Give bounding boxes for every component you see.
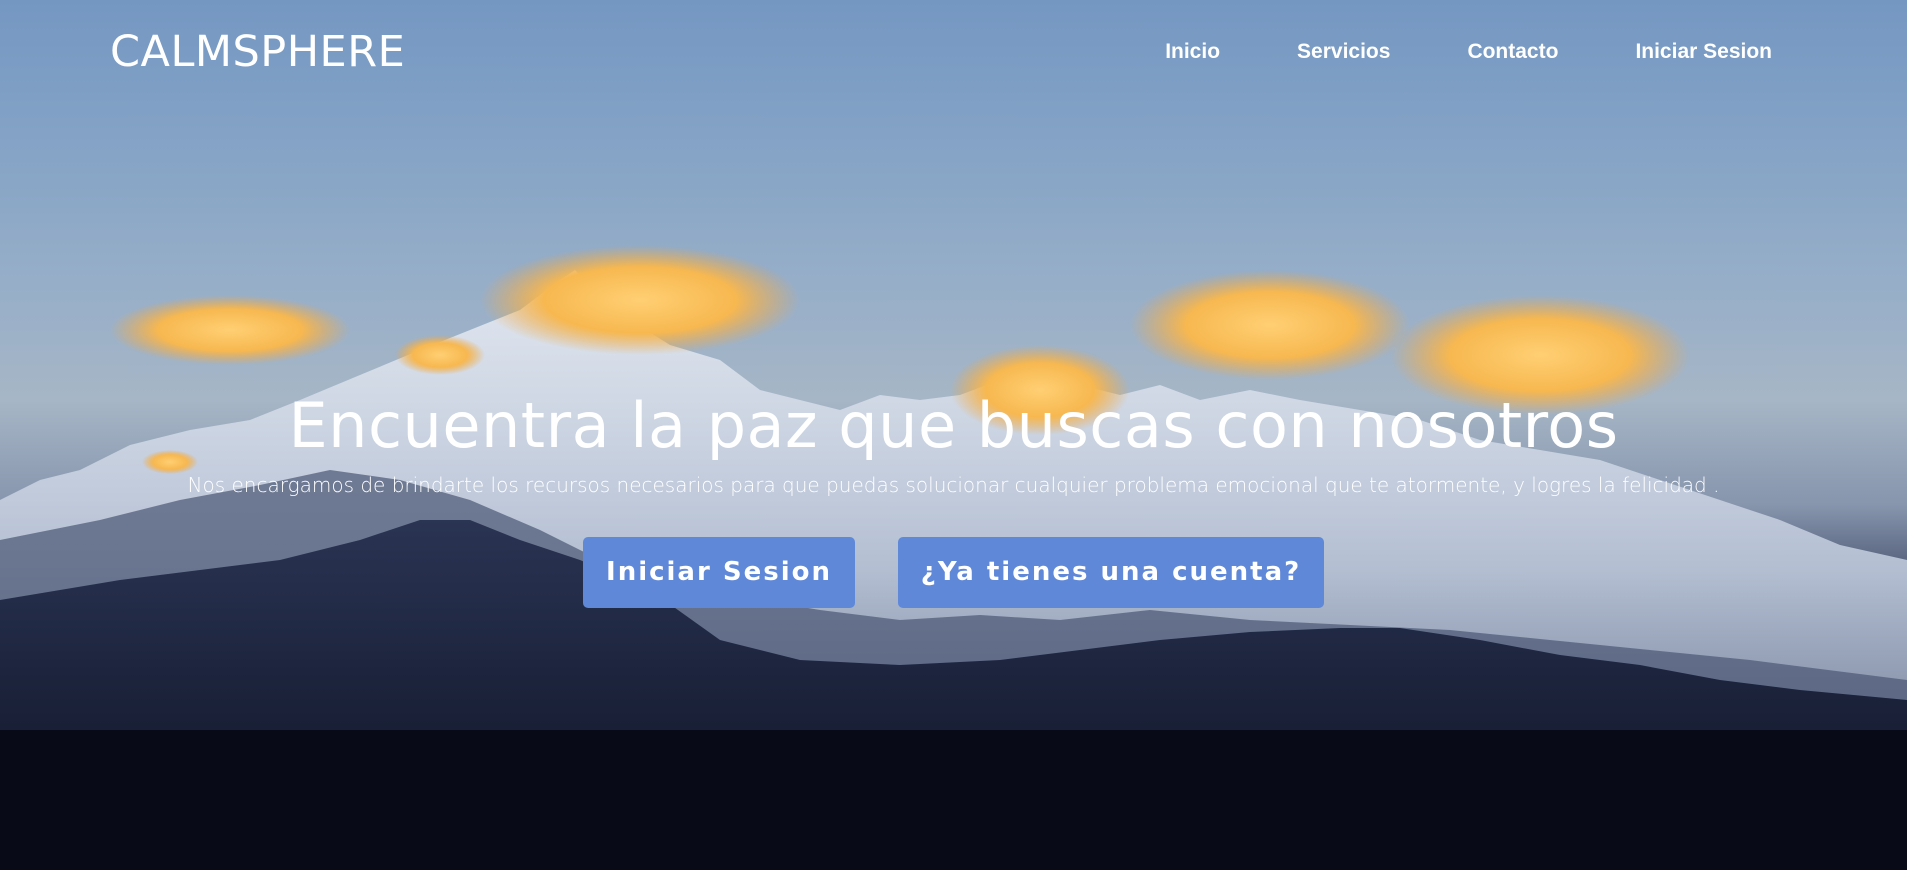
hero-content: Encuentra la paz que buscas con nosotros…	[0, 380, 1907, 498]
hero-section: CALMSPHERE Inicio Servicios Contacto Ini…	[0, 0, 1907, 870]
hero-buttons: Iniciar Sesion ¿Ya tienes una cuenta?	[0, 537, 1907, 608]
nav-link-iniciar-sesion[interactable]: Iniciar Sesion	[1635, 38, 1772, 66]
navbar: CALMSPHERE Inicio Servicios Contacto Ini…	[0, 0, 1907, 100]
hero-subtitle: Nos encargamos de brindarte los recursos…	[187, 473, 1720, 497]
cloud-left	[110, 295, 350, 365]
have-account-button[interactable]: ¿Ya tienes una cuenta?	[898, 537, 1324, 608]
brand-logo[interactable]: CALMSPHERE	[110, 24, 405, 80]
cloud-peak	[480, 245, 800, 355]
cloud-left-small	[395, 335, 485, 375]
nav-link-servicios[interactable]: Servicios	[1297, 38, 1390, 66]
nav-link-contacto[interactable]: Contacto	[1467, 38, 1558, 66]
hero-title: Encuentra la paz que buscas con nosotros	[288, 389, 1619, 462]
nav-link-inicio[interactable]: Inicio	[1165, 38, 1220, 66]
cloud-right	[1130, 270, 1410, 380]
foreground-ground	[0, 730, 1907, 870]
nav-links: Inicio Servicios Contacto Iniciar Sesion	[1088, 38, 1772, 66]
login-button[interactable]: Iniciar Sesion	[583, 537, 855, 608]
